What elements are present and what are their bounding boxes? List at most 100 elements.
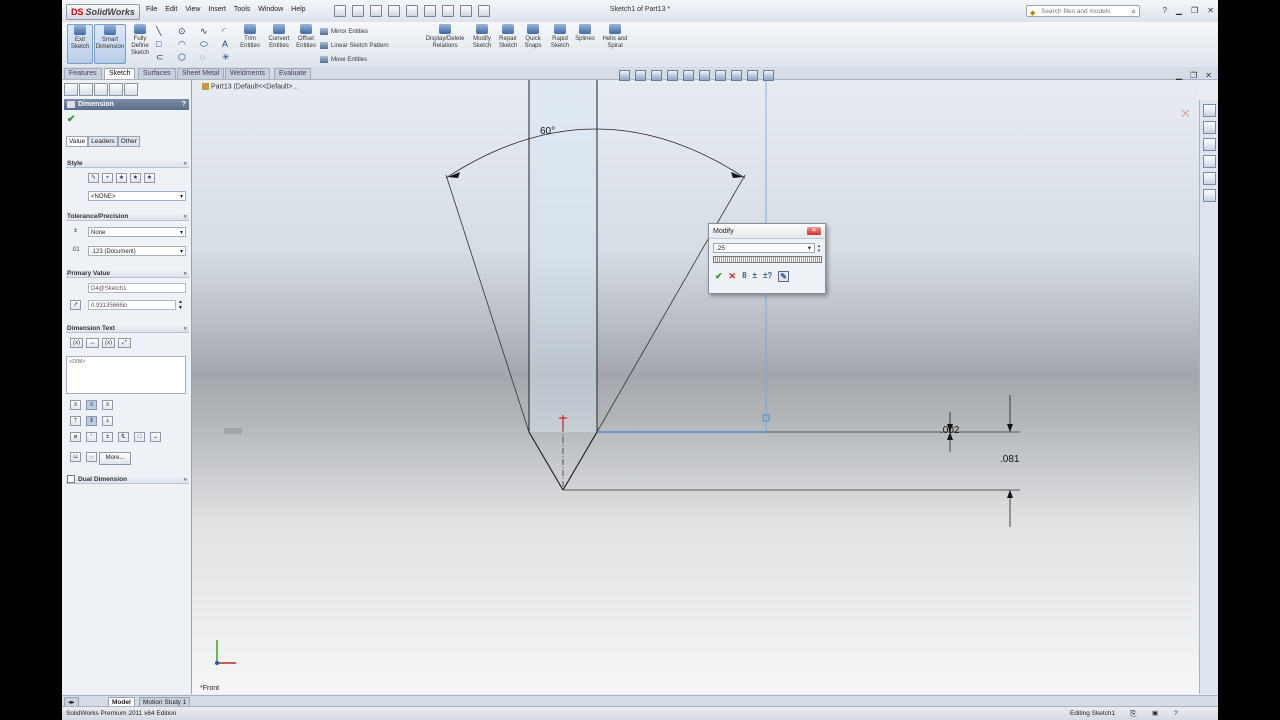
tab-evaluate[interactable]: Evaluate	[274, 68, 312, 79]
doc-restore-icon[interactable]: ❐	[1190, 71, 1197, 80]
line-icon[interactable]: ╲	[156, 25, 178, 38]
override-value-icon[interactable]: ↗	[70, 300, 81, 310]
search-icon[interactable]: ⌕	[1132, 6, 1136, 18]
style-select[interactable]: <NONE> ▾	[88, 191, 186, 201]
height-dimension-label[interactable]: .081	[1000, 454, 1019, 465]
view-settings-icon[interactable]	[763, 70, 774, 81]
rectangle-icon[interactable]: □	[156, 38, 178, 51]
rebuild-status-icon[interactable]: ⎘	[1130, 707, 1136, 720]
tab-sketch[interactable]: Sketch	[104, 68, 136, 79]
load-style-icon[interactable]: ★	[144, 173, 155, 183]
menu-tools[interactable]: Tools	[234, 6, 250, 13]
doc-minimize-icon[interactable]: ▁	[1176, 71, 1182, 80]
collapse-chevron-icon[interactable]: «	[183, 269, 187, 278]
move-entities-button[interactable]: Move Entities	[320, 56, 367, 63]
menu-edit[interactable]: Edit	[165, 6, 177, 13]
inspection-dimension-icon[interactable]: (x)	[102, 338, 115, 348]
degree-symbol-icon[interactable]: °	[86, 432, 97, 442]
style-section-header[interactable]: Style «	[66, 159, 189, 168]
arc-icon[interactable]: ◠	[178, 38, 200, 51]
appearances-icon[interactable]	[1203, 172, 1216, 185]
minimize-icon[interactable]: ▁	[1176, 6, 1182, 15]
dimension-name-field[interactable]: D4@Sketch1	[88, 283, 186, 293]
quick-snaps-button[interactable]: Quick Snaps	[522, 24, 544, 50]
modify-sketch-button[interactable]: Modify Sketch	[470, 24, 494, 50]
search-input[interactable]: ◆ Search files and models ⌕	[1026, 5, 1140, 17]
view-orientation-icon[interactable]	[683, 70, 694, 81]
print-icon[interactable]	[388, 5, 400, 17]
feature-manager-tab-icon[interactable]	[64, 83, 78, 96]
convert-entities-button[interactable]: Convert Entities	[265, 24, 293, 50]
apply-default-style-icon[interactable]: ✎	[88, 173, 99, 183]
close-icon[interactable]: ✕	[807, 227, 821, 235]
align-left-icon[interactable]: ≡	[70, 400, 81, 410]
v-line-left[interactable]	[528, 431, 564, 491]
section-view-icon[interactable]	[667, 70, 678, 81]
graphics-area[interactable]: Part13 (Default<<Default>... 60° .002 .0…	[192, 80, 1199, 694]
linear-pattern-button[interactable]: Linear Sketch Pattern	[320, 42, 389, 49]
diameter-symbol-icon[interactable]: ⌀	[70, 432, 81, 442]
mirror-entities-button[interactable]: Mirror Entities	[320, 28, 368, 35]
fully-define-button[interactable]: Fully Define Sketch	[128, 24, 152, 57]
angle-dimension-label[interactable]: 60°	[540, 126, 555, 137]
counterbore-symbol-icon[interactable]: ⊔	[70, 452, 81, 462]
ok-check-icon[interactable]: ✔	[67, 114, 75, 125]
collapse-chevron-icon[interactable]: «	[183, 212, 187, 221]
polygon-icon[interactable]: ⬡	[178, 51, 200, 64]
value-spinner-icon[interactable]: ▲ ▼	[178, 299, 183, 311]
tab-surfaces[interactable]: Surfaces	[138, 68, 176, 79]
primary-value-section-header[interactable]: Primary Value «	[66, 269, 189, 278]
modify-value-input[interactable]: .25 ▾	[713, 243, 815, 253]
thumbwheel[interactable]	[713, 256, 822, 263]
doc-close-icon[interactable]: ✕	[1205, 71, 1212, 80]
centerline-icon[interactable]: ✳	[222, 51, 244, 64]
menu-view[interactable]: View	[185, 6, 200, 13]
undo-icon[interactable]	[406, 5, 418, 17]
edit-appearance-icon[interactable]	[731, 70, 742, 81]
property-manager-tab-icon[interactable]	[79, 83, 93, 96]
previous-view-icon[interactable]	[651, 70, 662, 81]
delete-style-icon[interactable]: ★	[116, 173, 127, 183]
display-style-icon[interactable]	[699, 70, 710, 81]
zoom-to-area-icon[interactable]	[635, 70, 646, 81]
justify-top-icon[interactable]: ⇡	[70, 416, 81, 426]
repair-sketch-button[interactable]: Repair Sketch	[496, 24, 520, 50]
plus-minus-symbol-icon[interactable]: ±	[102, 432, 113, 442]
ellipse-icon[interactable]: ⬭	[200, 38, 222, 51]
dimension-text-area[interactable]: <DIM>	[66, 356, 186, 394]
display-manager-tab-icon[interactable]	[124, 83, 138, 96]
reset-spin-increment-icon[interactable]: ±	[753, 271, 757, 282]
open-folder-icon[interactable]	[352, 5, 364, 17]
center-dimension-icon[interactable]: ↔	[86, 338, 99, 348]
tolerance-section-header[interactable]: Tolerance/Precision «	[66, 212, 189, 221]
help-button[interactable]: ?	[182, 99, 186, 110]
confirmation-corner-cancel-icon[interactable]: ✕	[1180, 106, 1191, 122]
tab-weldments[interactable]: Weldments	[225, 68, 270, 79]
select-arrow-icon[interactable]	[424, 5, 436, 17]
rapid-sketch-button[interactable]: Rapid Sketch	[548, 24, 572, 50]
view-palette-icon[interactable]	[1203, 155, 1216, 168]
menu-file[interactable]: File	[146, 6, 157, 13]
help-icon[interactable]: ?	[1163, 6, 1167, 15]
add-style-icon[interactable]: +	[102, 173, 113, 183]
spline-icon[interactable]: ∿	[200, 25, 222, 38]
ok-check-icon[interactable]: ✔	[715, 271, 723, 282]
restore-icon[interactable]: ❐	[1191, 6, 1198, 15]
justify-middle-icon[interactable]: ⇕	[86, 416, 97, 426]
custom-properties-icon[interactable]	[1203, 189, 1216, 202]
smart-dimension-button[interactable]: Smart Dimension	[94, 24, 126, 64]
dimension-value-field[interactable]: 0.93135666in	[88, 300, 176, 310]
save-icon[interactable]	[370, 5, 382, 17]
new-document-icon[interactable]	[334, 5, 346, 17]
angle-extension-left[interactable]	[445, 174, 530, 433]
dual-dimension-section-header[interactable]: Dual Dimension »	[66, 475, 189, 484]
trim-entities-button[interactable]: Trim Entities	[238, 24, 262, 50]
collapse-chevron-icon[interactable]: «	[183, 324, 187, 333]
hide-show-items-icon[interactable]	[715, 70, 726, 81]
save-style-icon[interactable]: ★	[130, 173, 141, 183]
point-icon[interactable]: ◌	[200, 51, 222, 64]
sketch-canvas[interactable]	[192, 80, 1199, 694]
menu-help[interactable]: Help	[291, 6, 305, 13]
modify-dialog[interactable]: Modify ✕ .25 ▾ ▲ ▼ ✔ ✕ 8 ± ±? ✎	[708, 223, 826, 294]
helix-spiral-button[interactable]: Helix and Spiral	[600, 24, 630, 50]
